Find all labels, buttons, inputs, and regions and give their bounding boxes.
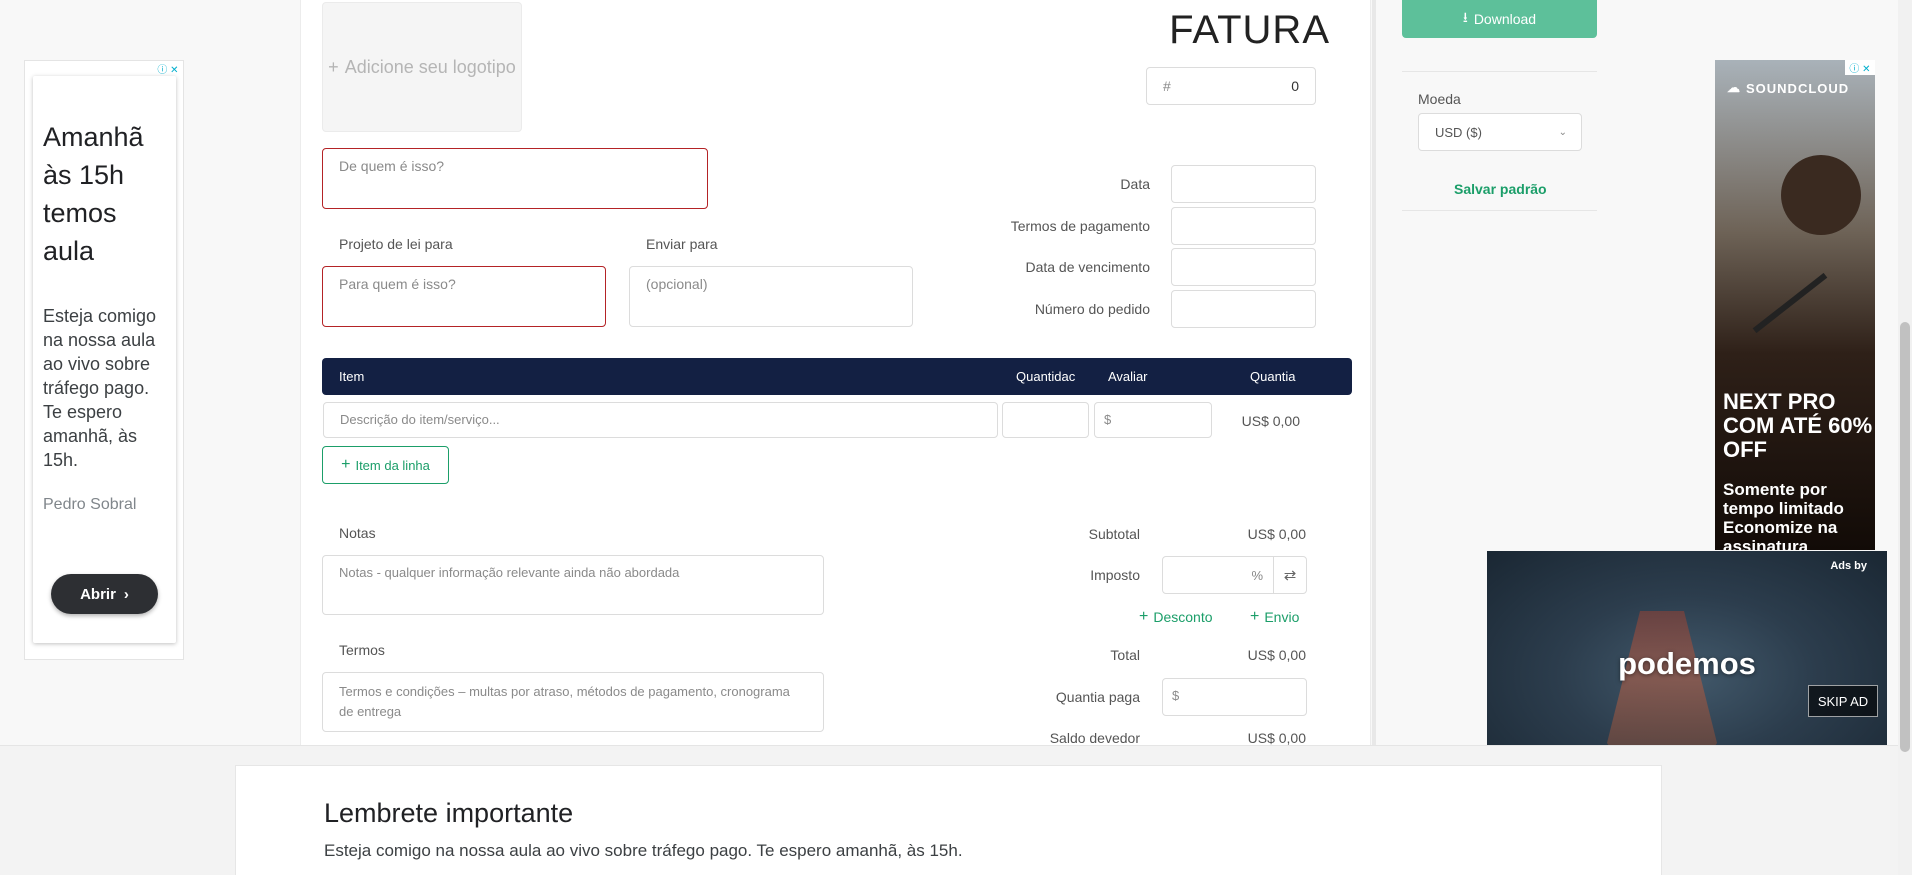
plus-icon: + xyxy=(341,456,351,473)
plus-icon: + xyxy=(1139,608,1149,625)
percent-suffix: % xyxy=(1251,567,1263,583)
tax-label: Imposto xyxy=(1090,567,1140,583)
po-number-label: Número do pedido xyxy=(1034,301,1150,317)
ads-by-label: Ads by xyxy=(1830,560,1867,572)
col-item: Item xyxy=(339,369,365,384)
video-ad[interactable]: Ads by podemos SKIP AD xyxy=(1487,551,1887,776)
bottom-banner-card[interactable]: Lembrete importante Esteja comigo na nos… xyxy=(235,765,1662,875)
soundcloud-brand: SOUNDCLOUD xyxy=(1746,80,1850,96)
currency-value: USD ($) xyxy=(1435,124,1482,140)
add-line-item-label: Item da linha xyxy=(355,457,430,473)
invoice-number-value: 0 xyxy=(1291,78,1299,94)
col-quantity: Quantidac xyxy=(1016,369,1076,384)
ad-body: Esteja comigo na nossa aula ao vivo sobr… xyxy=(43,306,157,470)
invoice-number-field[interactable]: # 0 xyxy=(1146,67,1316,105)
item-amount: US$ 0,00 xyxy=(1241,413,1300,429)
ad-headline: NEXT PRO COM ATÉ 60% OFF xyxy=(1723,389,1873,462)
terms-label: Termos xyxy=(339,642,385,658)
add-shipping-link[interactable]: + Envio xyxy=(1250,608,1299,626)
date-field[interactable] xyxy=(1171,165,1316,203)
due-date-field[interactable] xyxy=(1171,248,1316,286)
amount-paid-label: Quantia paga xyxy=(1055,689,1140,705)
item-description-input[interactable]: Descrição do item/serviço... xyxy=(323,402,998,438)
tax-input[interactable]: % xyxy=(1162,556,1274,594)
ship-to-field[interactable]: (opcional) xyxy=(629,266,913,327)
due-date-label: Data de vencimento xyxy=(1025,259,1150,275)
ad-choices-icon[interactable]: ⓘ ✕ xyxy=(153,61,183,76)
item-rate-input[interactable]: $ xyxy=(1094,402,1212,438)
page-scrollbar-thumb[interactable] xyxy=(1900,322,1910,752)
item-quantity-input[interactable] xyxy=(1002,402,1089,438)
balance-due-label: Saldo devedor xyxy=(1049,730,1140,746)
divider xyxy=(1402,210,1597,211)
notes-label: Notas xyxy=(339,525,376,541)
chevron-right-icon: › xyxy=(123,585,129,603)
terms-field[interactable]: Termos e condições – multas por atraso, … xyxy=(322,672,824,732)
bill-to-field[interactable]: Para quem é isso? xyxy=(322,266,606,327)
items-table-header: Item Quantidac Avaliar Quantia xyxy=(322,358,1352,395)
ad-author: Pedro Sobral xyxy=(43,496,137,513)
subtotal-value: US$ 0,00 xyxy=(1247,526,1306,542)
bottom-banner-ad[interactable]: Lembrete importante Esteja comigo na nos… xyxy=(0,745,1912,875)
currency-select[interactable]: USD ($) ⌄ xyxy=(1418,113,1582,151)
bill-to-label: Projeto de lei para xyxy=(339,236,453,252)
ship-to-label: Enviar para xyxy=(646,236,718,252)
total-label: Total xyxy=(1110,647,1140,663)
ad-open-button[interactable]: Abrir › xyxy=(51,574,158,614)
microphone-image xyxy=(1752,272,1828,334)
download-button[interactable]: ⭳ Download xyxy=(1402,0,1597,38)
skip-ad-button[interactable]: SKIP AD xyxy=(1808,685,1878,717)
currency-label: Moeda xyxy=(1418,91,1461,107)
amount-paid-input[interactable]: $ xyxy=(1162,678,1307,716)
add-logo-button[interactable]: + Adicione seu logotipo xyxy=(322,2,522,132)
notes-field[interactable]: Notas - qualquer informação relevante ai… xyxy=(322,555,824,615)
right-ad[interactable]: ☁ SOUNDCLOUD NEXT PRO COM ATÉ 60% OFF So… xyxy=(1715,60,1875,550)
date-label: Data xyxy=(1120,176,1150,192)
discount-label: Desconto xyxy=(1153,609,1213,625)
add-logo-label: Adicione seu logotipo xyxy=(344,56,516,77)
hash-label: # xyxy=(1163,78,1171,94)
download-label: Download xyxy=(1473,11,1537,27)
plus-icon: + xyxy=(1250,608,1260,625)
add-discount-link[interactable]: + Desconto xyxy=(1139,608,1213,626)
swap-icon[interactable]: ⇄ xyxy=(1273,556,1307,594)
payment-terms-field[interactable] xyxy=(1171,207,1316,245)
shipping-label: Envio xyxy=(1264,609,1300,625)
from-field[interactable]: De quem é isso? xyxy=(322,148,708,209)
subtotal-label: Subtotal xyxy=(1088,526,1140,542)
save-default-label: Salvar padrão xyxy=(1454,181,1547,197)
ad-subline: Somente por tempo limitado Economize na … xyxy=(1723,480,1844,550)
save-default-link[interactable]: Salvar padrão xyxy=(1454,181,1547,197)
add-line-item-button[interactable]: + Item da linha xyxy=(322,446,449,484)
bottom-banner-text: Esteja comigo na nossa aula ao vivo sobr… xyxy=(324,841,963,860)
cloud-icon: ☁ xyxy=(1727,80,1741,95)
payment-terms-label: Termos de pagamento xyxy=(1010,218,1150,234)
ad-choices-icon[interactable]: ⓘ ✕ xyxy=(1845,60,1875,75)
ad-heading: Amanhã às 15h temos aula xyxy=(43,122,144,266)
balance-due-value: US$ 0,00 xyxy=(1247,730,1306,746)
col-rate: Avaliar xyxy=(1108,369,1148,384)
bottom-banner-title: Lembrete importante xyxy=(324,798,574,828)
plus-icon: + xyxy=(328,56,339,77)
video-ad-text: podemos xyxy=(1618,646,1756,681)
ad-open-label: Abrir xyxy=(80,585,116,603)
soundcloud-logo: ☁ SOUNDCLOUD xyxy=(1727,80,1849,96)
invoice-title[interactable]: FATURA xyxy=(1100,8,1330,53)
chevron-down-icon: ⌄ xyxy=(1558,126,1567,138)
po-number-field[interactable] xyxy=(1171,290,1316,328)
left-ad[interactable]: ⓘ ✕ Amanhã às 15h temos aula Esteja comi… xyxy=(24,60,184,660)
divider xyxy=(1402,71,1597,72)
col-amount: Quantia xyxy=(1250,369,1296,384)
ad-card[interactable]: Amanhã às 15h temos aula Esteja comigo n… xyxy=(33,76,176,643)
invoice-scrollbar[interactable] xyxy=(1372,0,1376,745)
singer-image xyxy=(1781,155,1861,235)
download-icon: ⭳ xyxy=(1462,9,1468,25)
total-value: US$ 0,00 xyxy=(1247,647,1306,663)
